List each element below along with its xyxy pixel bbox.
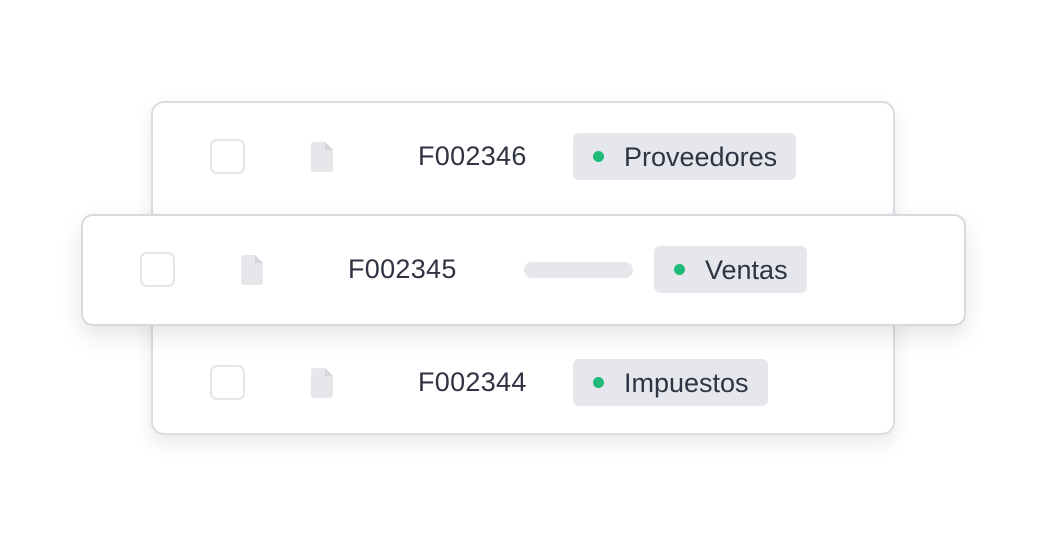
- status-dot-icon: [674, 264, 685, 275]
- file-icon: [311, 368, 333, 398]
- status-dot-icon: [593, 151, 604, 162]
- file-code: F002344: [418, 367, 527, 397]
- category-tag[interactable]: Proveedores: [573, 133, 797, 180]
- category-tag-label: Ventas: [705, 254, 788, 285]
- category-tag[interactable]: Impuestos: [573, 359, 768, 406]
- row-checkbox[interactable]: [140, 252, 175, 287]
- file-icon: [311, 142, 333, 172]
- status-dot-icon: [593, 377, 604, 388]
- file-code: F002345: [348, 254, 457, 284]
- category-tag[interactable]: Ventas: [654, 246, 807, 293]
- file-code: F002346: [418, 141, 527, 171]
- category-tag-label: Impuestos: [624, 367, 749, 398]
- file-icon: [241, 255, 263, 285]
- row-checkbox[interactable]: [210, 139, 245, 174]
- row-checkbox[interactable]: [210, 365, 245, 400]
- loading-placeholder-bar: [524, 262, 633, 278]
- category-tag-label: Proveedores: [624, 141, 778, 172]
